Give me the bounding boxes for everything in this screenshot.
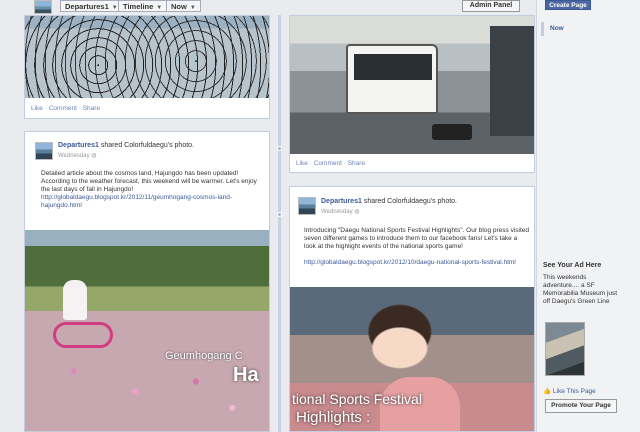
bicycle-shape (53, 322, 113, 348)
globe-icon: ◍ (91, 153, 97, 159)
page-name-dropdown[interactable]: Departures1 ▼ (60, 0, 123, 12)
page-thumbnail[interactable] (34, 0, 52, 14)
post-card-cosmos: Departures1 shared Colorfuldaegu's photo… (24, 131, 270, 432)
like-link[interactable]: Like (296, 160, 308, 167)
now-dropdown[interactable]: Now ▼ (166, 0, 201, 12)
post-date-link[interactable]: Wednesday (58, 153, 90, 159)
comment-link[interactable]: Comment (314, 160, 342, 167)
timeline-scrubber-now[interactable]: Now (541, 22, 637, 36)
post-text: Introducing "Daegu National Sports Festi… (304, 227, 530, 250)
post-link[interactable]: http://globaldaegu.blogspot.kr/2012/11/g… (41, 194, 232, 209)
page-name-label: Departures1 (65, 2, 109, 11)
right-rail: Create Page Now See Your Ad Here This we… (536, 0, 640, 432)
author-link[interactable]: Departures1 (321, 198, 362, 205)
like-page-label: Like This Page (552, 388, 596, 395)
chevron-down-icon: ▼ (111, 5, 118, 11)
ad-text[interactable]: This weekends adventure.... a SF Memorab… (543, 274, 621, 306)
post-photo-bus-terminal[interactable] (290, 16, 534, 154)
comment-link[interactable]: Comment (49, 105, 77, 112)
now-label: Now (171, 2, 187, 11)
page-topbar: Departures1 ▼ Timeline ▼ Now ▼ Admin Panel (0, 0, 532, 15)
timeline-label: Timeline (123, 2, 154, 11)
timeline-marker (277, 212, 282, 217)
post-photo-cosmos-field[interactable]: Geumhogang C Ha (25, 230, 269, 431)
chevron-down-icon: ▼ (156, 5, 163, 11)
photo-caption: Geumhogang C (165, 350, 243, 362)
timeline-spine (278, 15, 281, 432)
create-page-button[interactable]: Create Page (545, 0, 591, 10)
like-link[interactable]: Like (31, 105, 43, 112)
promote-page-button[interactable]: Promote Your Page (545, 399, 617, 413)
globe-icon: ◍ (354, 209, 360, 215)
thumbs-up-icon: 👍 (543, 388, 552, 395)
bus-shape (490, 26, 534, 136)
post-actions: Like · Comment · Share (31, 105, 101, 112)
avatar[interactable] (35, 142, 53, 160)
post-photo-figure-skater[interactable]: tional Sports Festival Highlights : (290, 287, 534, 431)
post-link[interactable]: http://globaldaegu.blogspot.kr/2012/10/d… (304, 259, 516, 266)
post-action-text: shared Colorfuldaegu's photo. (100, 142, 194, 149)
post-body: Detailed article about the cosmos land, … (41, 170, 265, 210)
share-link[interactable]: Share (348, 160, 365, 167)
like-page-link[interactable]: 👍 Like This Page (543, 387, 596, 395)
admin-panel-button[interactable]: Admin Panel (462, 0, 520, 12)
chevron-down-icon: ▼ (189, 5, 196, 11)
post-date-link[interactable]: Wednesday (321, 209, 353, 215)
photo-caption: tional Sports Festival (292, 391, 422, 407)
share-link[interactable]: Share (83, 105, 100, 112)
child-shape (63, 280, 87, 320)
luggage-shape (432, 124, 472, 140)
timeline-marker (277, 146, 282, 151)
post-date: Wednesday ◍ (321, 208, 360, 215)
ad-image[interactable] (545, 322, 585, 376)
author-link[interactable]: Departures1 (58, 142, 99, 149)
photo-caption: Ha (233, 364, 259, 386)
post-text: Detailed article about the cosmos land, … (41, 170, 257, 193)
post-header: Departures1 shared Colorfuldaegu's photo… (321, 198, 457, 205)
avatar[interactable] (298, 197, 316, 215)
photo-caption: Highlights : (296, 409, 371, 426)
post-body: Introducing "Daegu National Sports Festi… (304, 227, 530, 267)
post-card-bus: Like · Comment · Share (289, 15, 535, 173)
post-header: Departures1 shared Colorfuldaegu's photo… (58, 142, 194, 149)
post-card-bikes: Like · Comment · Share (24, 15, 270, 119)
post-card-sports: Departures1 shared Colorfuldaegu's photo… (289, 186, 535, 432)
post-date: Wednesday ◍ (58, 152, 97, 159)
post-action-text: shared Colorfuldaegu's photo. (363, 198, 457, 205)
timeline-dropdown[interactable]: Timeline ▼ (118, 0, 168, 12)
post-actions: Like · Comment · Share (296, 160, 366, 167)
post-photo-bicycles[interactable] (25, 16, 269, 98)
bus-shape (346, 44, 438, 114)
ad-title-link[interactable]: See Your Ad Here (543, 262, 601, 269)
